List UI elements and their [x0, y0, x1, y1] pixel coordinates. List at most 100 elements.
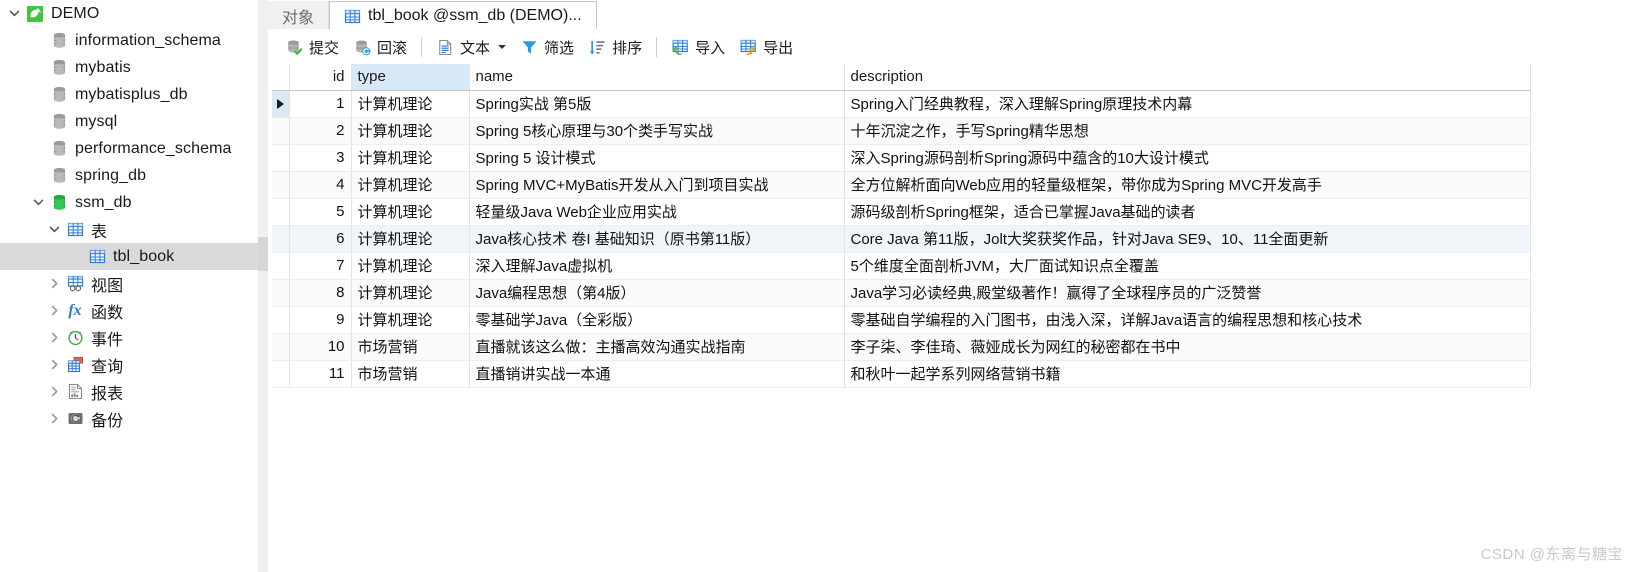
chevron-down-icon[interactable]: [44, 224, 64, 235]
chevron-down-icon[interactable]: [498, 45, 507, 49]
row-indicator[interactable]: [272, 225, 290, 253]
cell-description[interactable]: 十年沉淀之作，手写Spring精华思想: [844, 117, 1531, 145]
toolbar-button-排序[interactable]: 排序: [581, 33, 649, 61]
cell-name[interactable]: 轻量级Java Web企业应用实战: [469, 198, 845, 226]
table-row[interactable]: 4 计算机理论 Spring MVC+MyBatis开发从入门到项目实战 全方位解析面…: [272, 171, 1531, 199]
table-row[interactable]: 2 计算机理论 Spring 5核心原理与30个类手写实战 十年沉淀之作，手写Spri…: [272, 117, 1531, 145]
sidebar-splitter[interactable]: [258, 0, 268, 572]
cell-id[interactable]: 11: [289, 360, 352, 388]
tree-item-事件[interactable]: 事件: [0, 324, 268, 351]
cell-id[interactable]: 5: [289, 198, 352, 226]
row-indicator[interactable]: [272, 360, 290, 388]
table-row[interactable]: 6 计算机理论 Java核心技术 卷I 基础知识（原书第11版） Core Java …: [272, 225, 1531, 253]
column-header-type[interactable]: type: [351, 64, 470, 91]
cell-type[interactable]: 计算机理论: [351, 252, 470, 280]
tree-item-performance_schema[interactable]: performance_schema: [0, 135, 268, 162]
column-header-name[interactable]: name: [469, 64, 845, 91]
cell-id[interactable]: 2: [289, 117, 352, 145]
row-indicator[interactable]: [272, 144, 290, 172]
cell-id[interactable]: 8: [289, 279, 352, 307]
cell-name[interactable]: Spring 5核心原理与30个类手写实战: [469, 117, 845, 145]
cell-description[interactable]: Java学习必读经典,殿堂级著作！赢得了全球程序员的广泛赞誉: [844, 279, 1531, 307]
row-indicator[interactable]: [272, 171, 290, 199]
cell-name[interactable]: Spring实战 第5版: [469, 90, 845, 118]
cell-description[interactable]: Core Java 第11版，Jolt大奖获奖作品，针对Java SE9、10、…: [844, 225, 1531, 253]
cell-type[interactable]: 市场营销: [351, 360, 470, 388]
cell-id[interactable]: 3: [289, 144, 352, 172]
cell-id[interactable]: 6: [289, 225, 352, 253]
cell-description[interactable]: 李子柒、李佳琦、薇娅成长为网红的秘密都在书中: [844, 333, 1531, 361]
tree-item-tbl_book[interactable]: tbl_book: [0, 243, 268, 270]
tree-item-mybatisplus_db[interactable]: mybatisplus_db: [0, 81, 268, 108]
data-grid-container[interactable]: id type name description 1 计算机理论 Spring实战 第5版…: [268, 64, 1641, 572]
toolbar-button-导入[interactable]: 导入: [664, 33, 732, 61]
toolbar-button-文本[interactable]: 文本: [429, 33, 513, 61]
chevron-right-icon[interactable]: [44, 332, 64, 343]
cell-id[interactable]: 7: [289, 252, 352, 280]
chevron-right-icon[interactable]: [44, 359, 64, 370]
cell-name[interactable]: Spring MVC+MyBatis开发从入门到项目实战: [469, 171, 845, 199]
cell-type[interactable]: 计算机理论: [351, 225, 470, 253]
cell-description[interactable]: 深入Spring源码剖析Spring源码中蕴含的10大设计模式: [844, 144, 1531, 172]
tree-item-报表[interactable]: 报表: [0, 378, 268, 405]
grid-body[interactable]: 1 计算机理论 Spring实战 第5版 Spring入门经典教程，深入理解Sprin…: [272, 90, 1531, 388]
cell-id[interactable]: 1: [289, 90, 352, 118]
splitter-grip[interactable]: [258, 237, 268, 271]
table-row[interactable]: 9 计算机理论 零基础学Java（全彩版） 零基础自学编程的入门图书，由浅入深，详解J…: [272, 306, 1531, 334]
chevron-right-icon[interactable]: [44, 278, 64, 289]
cell-id[interactable]: 9: [289, 306, 352, 334]
cell-name[interactable]: 直播就该这么做：主播高效沟通实战指南: [469, 333, 845, 361]
table-row[interactable]: 10 市场营销 直播就该这么做：主播高效沟通实战指南 李子柒、李佳琦、薇娅成长为网红的…: [272, 333, 1531, 361]
row-indicator[interactable]: [272, 117, 290, 145]
tree-item-备份[interactable]: 备份: [0, 405, 268, 432]
tree-item-函数[interactable]: fx 函数: [0, 297, 268, 324]
tree-item-ssm_db[interactable]: ssm_db: [0, 189, 268, 216]
toolbar-button-筛选[interactable]: 筛选: [513, 33, 581, 61]
tab-inactive-0[interactable]: 对象: [268, 1, 330, 30]
table-row[interactable]: 3 计算机理论 Spring 5 设计模式 深入Spring源码剖析Spring源码中…: [272, 144, 1531, 172]
toolbar-button-导出[interactable]: 导出: [732, 33, 800, 61]
table-row[interactable]: 1 计算机理论 Spring实战 第5版 Spring入门经典教程，深入理解Sprin…: [272, 90, 1531, 118]
cell-description[interactable]: Spring入门经典教程，深入理解Spring原理技术内幕: [844, 90, 1531, 118]
cell-name[interactable]: Java核心技术 卷I 基础知识（原书第11版）: [469, 225, 845, 253]
table-row[interactable]: 11 市场营销 直播销讲实战一本通 和秋叶一起学系列网络营销书籍: [272, 360, 1531, 388]
tree-item-DEMO[interactable]: DEMO: [0, 0, 268, 27]
row-indicator[interactable]: [272, 306, 290, 334]
chevron-down-icon[interactable]: [4, 8, 24, 19]
cell-name[interactable]: 零基础学Java（全彩版）: [469, 306, 845, 334]
chevron-down-icon[interactable]: [28, 197, 48, 208]
cell-type[interactable]: 计算机理论: [351, 171, 470, 199]
cell-description[interactable]: 和秋叶一起学系列网络营销书籍: [844, 360, 1531, 388]
tree-item-视图[interactable]: 视图: [0, 270, 268, 297]
cell-type[interactable]: 计算机理论: [351, 279, 470, 307]
column-header-id[interactable]: id: [289, 64, 352, 91]
cell-type[interactable]: 计算机理论: [351, 306, 470, 334]
cell-type[interactable]: 计算机理论: [351, 198, 470, 226]
cell-name[interactable]: Spring 5 设计模式: [469, 144, 845, 172]
cell-id[interactable]: 10: [289, 333, 352, 361]
cell-type[interactable]: 市场营销: [351, 333, 470, 361]
tree-item-表[interactable]: 表: [0, 216, 268, 243]
column-header-description[interactable]: description: [844, 64, 1531, 91]
row-indicator[interactable]: [272, 252, 290, 280]
row-indicator[interactable]: [272, 90, 290, 118]
cell-description[interactable]: 全方位解析面向Web应用的轻量级框架，带你成为Spring MVC开发高手: [844, 171, 1531, 199]
toolbar-button-回滚[interactable]: 回滚: [346, 33, 414, 61]
tree-item-spring_db[interactable]: spring_db: [0, 162, 268, 189]
table-row[interactable]: 5 计算机理论 轻量级Java Web企业应用实战 源码级剖析Spring框架，适合已…: [272, 198, 1531, 226]
cell-name[interactable]: Java编程思想（第4版）: [469, 279, 845, 307]
row-indicator[interactable]: [272, 279, 290, 307]
chevron-right-icon[interactable]: [44, 386, 64, 397]
tree-item-mybatis[interactable]: mybatis: [0, 54, 268, 81]
row-indicator[interactable]: [272, 198, 290, 226]
table-row[interactable]: 8 计算机理论 Java编程思想（第4版） Java学习必读经典,殿堂级著作！赢得了全…: [272, 279, 1531, 307]
cell-type[interactable]: 计算机理论: [351, 90, 470, 118]
cell-type[interactable]: 计算机理论: [351, 144, 470, 172]
cell-name[interactable]: 直播销讲实战一本通: [469, 360, 845, 388]
chevron-right-icon[interactable]: [44, 305, 64, 316]
cell-description[interactable]: 源码级剖析Spring框架，适合已掌握Java基础的读者: [844, 198, 1531, 226]
cell-description[interactable]: 零基础自学编程的入门图书，由浅入深，详解Java语言的编程思想和核心技术: [844, 306, 1531, 334]
tab-active-1[interactable]: tbl_book @ssm_db (DEMO)...: [329, 1, 597, 30]
chevron-right-icon[interactable]: [44, 413, 64, 424]
cell-name[interactable]: 深入理解Java虚拟机: [469, 252, 845, 280]
